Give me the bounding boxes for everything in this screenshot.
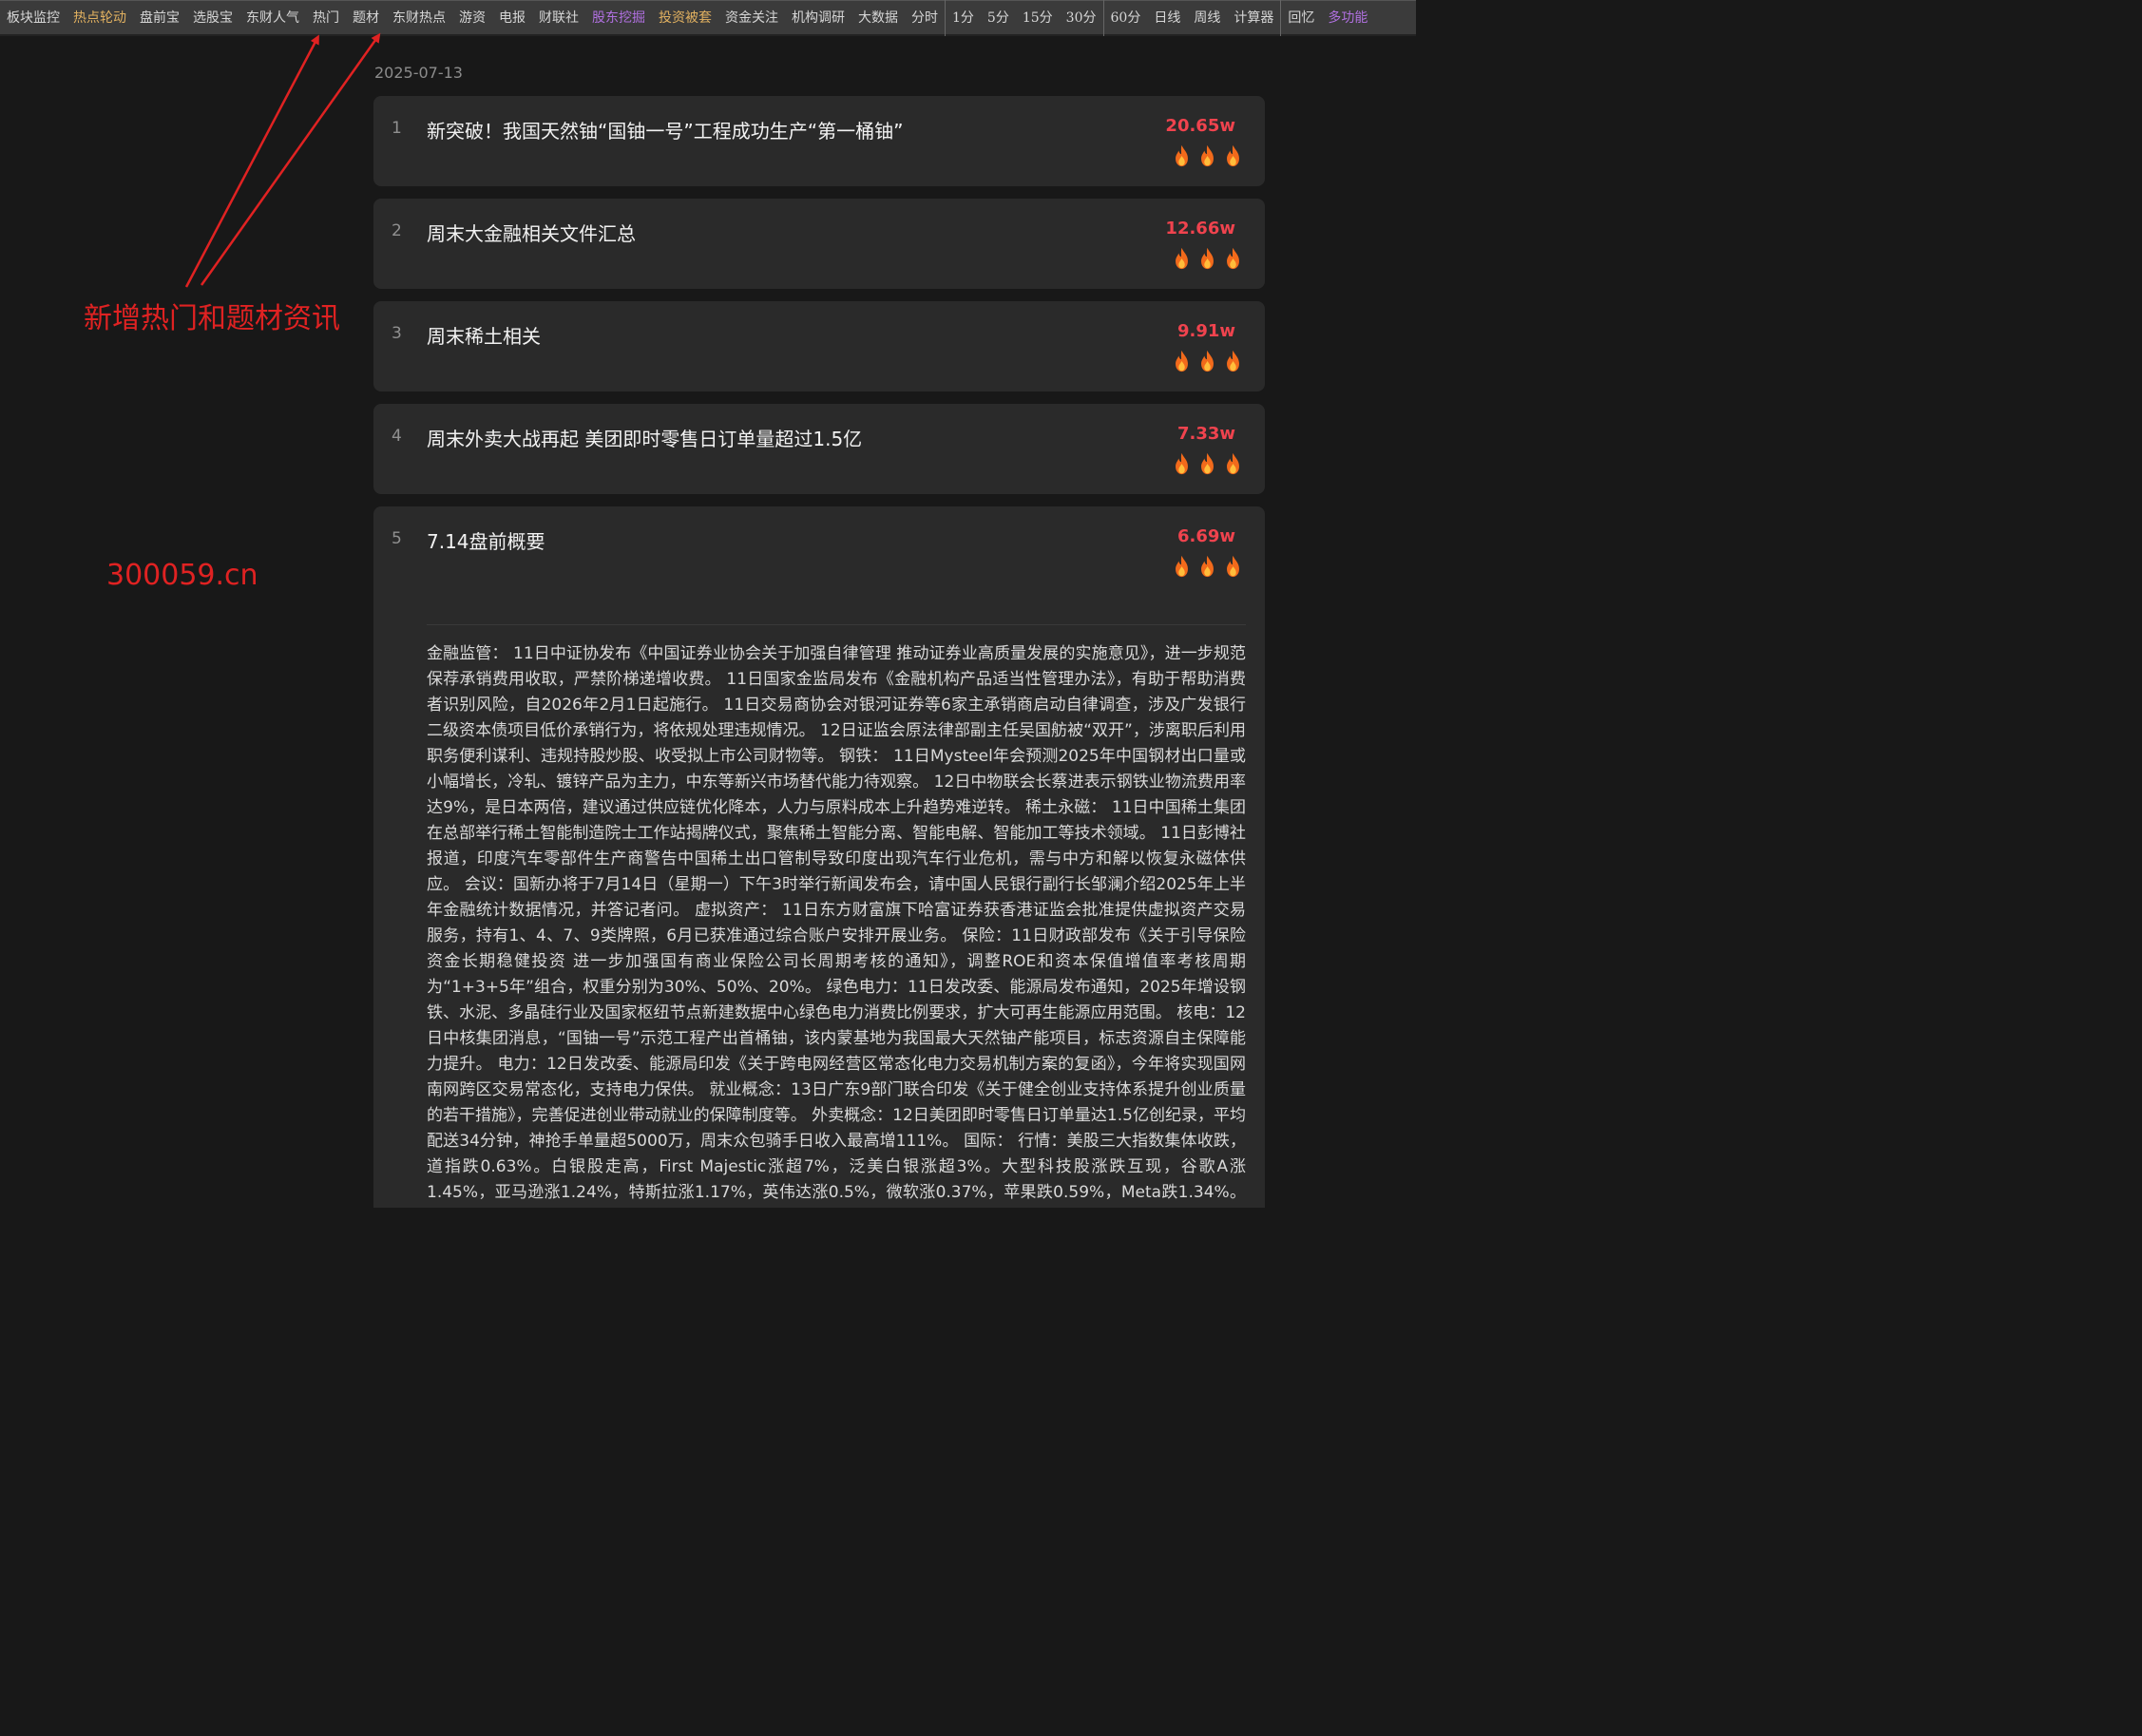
toolbar-item[interactable]: 60分 xyxy=(1102,0,1148,36)
annotation-note: 新增热门和题材资讯 xyxy=(84,302,340,335)
toolbar-item[interactable]: 30分 xyxy=(1060,0,1103,36)
fire-icon xyxy=(1173,144,1191,167)
news-title[interactable]: 新突破！我国天然铀“国铀一号”工程成功生产“第一桶铀” xyxy=(427,116,903,143)
news-title[interactable]: 周末稀土相关 xyxy=(427,321,541,349)
toolbar-item[interactable]: 投资被套 xyxy=(652,0,718,36)
toolbar-item[interactable]: 回忆 xyxy=(1280,0,1321,36)
toolbar-item[interactable]: 热门 xyxy=(306,0,346,36)
news-title[interactable]: 周末大金融相关文件汇总 xyxy=(427,219,636,246)
heat-value: 12.66w xyxy=(1165,219,1235,238)
news-body: 金融监管： 11日中证协发布《中国证券业协会关于加强自律管理 推动证券业高质量发… xyxy=(427,644,1246,1202)
news-rank: 3 xyxy=(392,324,402,343)
toolbar-item[interactable]: 选股宝 xyxy=(186,0,239,36)
heat-value: 9.91w xyxy=(1176,321,1235,341)
news-rank: 2 xyxy=(392,221,402,240)
heat-value: 20.65w xyxy=(1165,116,1235,136)
toolbar-item[interactable]: 游资 xyxy=(452,0,492,36)
news-rank: 5 xyxy=(392,529,402,548)
fire-icon xyxy=(1173,452,1191,475)
news-item[interactable]: 2 周末大金融相关文件汇总 12.66w xyxy=(373,199,1265,289)
fire-icon xyxy=(1224,247,1242,270)
toolbar-item[interactable]: 分时 xyxy=(905,0,945,36)
news-rank: 4 xyxy=(392,427,402,446)
fire-icon xyxy=(1198,555,1216,578)
heat-flames xyxy=(1173,452,1242,475)
news-item[interactable]: 4 周末外卖大战再起 美团即时零售日订单量超过1.5亿 7.33w xyxy=(373,404,1265,494)
divider xyxy=(427,624,1246,625)
fire-icon xyxy=(1224,452,1242,475)
heat-flames xyxy=(1173,247,1242,270)
toolbar-item[interactable]: 电报 xyxy=(492,0,532,36)
fire-icon xyxy=(1173,350,1191,372)
toolbar-item[interactable]: 盘前宝 xyxy=(133,0,186,36)
fire-icon xyxy=(1198,247,1216,270)
fire-icon xyxy=(1224,350,1242,372)
toolbar-item[interactable]: 东财热点 xyxy=(386,0,452,36)
toolbar-item[interactable]: 周线 xyxy=(1187,0,1227,36)
fire-icon xyxy=(1198,452,1216,475)
watermark: 300059.cn xyxy=(106,559,258,592)
news-title[interactable]: 7.14盘前概要 xyxy=(427,526,545,554)
arrow-to-theme-tab xyxy=(200,32,381,286)
heat-flames xyxy=(1173,144,1242,167)
app-window: 板块监控 热点轮动 盘前宝 选股宝 东财人气 热门 题材 东财热点 游资 电报 财联社 股东挖掘 投资被… xyxy=(0,0,1490,1208)
fire-icon xyxy=(1173,555,1191,578)
fire-icon xyxy=(1198,144,1216,167)
fire-icon xyxy=(1224,555,1242,578)
news-item[interactable]: 1 新突破！我国天然铀“国铀一号”工程成功生产“第一桶铀” 20.65w xyxy=(373,96,1265,186)
heat-flames xyxy=(1173,350,1242,372)
heat-value: 6.69w xyxy=(1176,526,1235,546)
toolbar-item[interactable]: 1分 xyxy=(945,0,981,36)
toolbar-item[interactable]: 热点轮动 xyxy=(67,0,133,36)
news-item[interactable]: 3 周末稀土相关 9.91w xyxy=(373,301,1265,391)
fire-icon xyxy=(1173,247,1191,270)
news-item[interactable]: 5 7.14盘前概要 6.69w 金融监管： 11日中证协发布《中国证券业协会关于加强… xyxy=(373,506,1265,1208)
heat-flames xyxy=(1173,555,1242,578)
toolbar-item[interactable]: 计算器 xyxy=(1227,0,1280,36)
toolbar-item[interactable]: 板块监控 xyxy=(0,0,67,36)
toolbar-item[interactable]: 大数据 xyxy=(851,0,905,36)
toolbar-item[interactable]: 东财人气 xyxy=(239,0,306,36)
fire-icon xyxy=(1198,350,1216,372)
arrow-to-hot-tab xyxy=(184,34,319,288)
feed-date: 2025-07-13 xyxy=(374,64,463,82)
news-title[interactable]: 周末外卖大战再起 美团即时零售日订单量超过1.5亿 xyxy=(427,424,862,451)
fire-icon xyxy=(1224,144,1242,167)
toolbar-item[interactable]: 多功能 xyxy=(1321,0,1374,36)
top-toolbar: 板块监控 热点轮动 盘前宝 选股宝 东财人气 热门 题材 东财热点 游资 电报 财联社 股东挖掘 投资被… xyxy=(0,0,1416,36)
toolbar-item[interactable]: 日线 xyxy=(1147,0,1187,36)
heat-value: 7.33w xyxy=(1176,424,1235,444)
news-list: 1 新突破！我国天然铀“国铀一号”工程成功生产“第一桶铀” 20.65w 2 周末大金融… xyxy=(373,96,1265,1208)
toolbar-item[interactable]: 机构调研 xyxy=(785,0,851,36)
toolbar-item[interactable]: 题材 xyxy=(346,0,386,36)
toolbar-item[interactable]: 股东挖掘 xyxy=(585,0,652,36)
toolbar-item[interactable]: 财联社 xyxy=(532,0,585,36)
news-rank: 1 xyxy=(392,119,402,138)
toolbar-item[interactable]: 15分 xyxy=(1016,0,1060,36)
toolbar-item[interactable]: 5分 xyxy=(981,0,1016,36)
toolbar-item[interactable]: 资金关注 xyxy=(718,0,785,36)
